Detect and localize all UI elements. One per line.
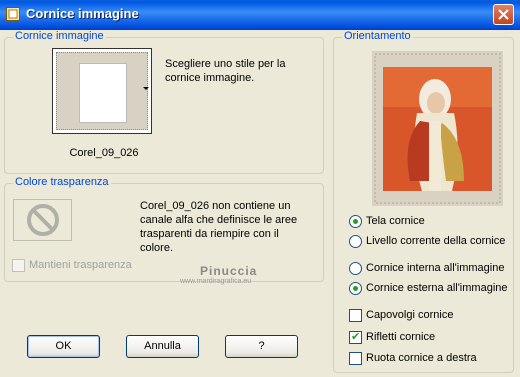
keep-transparency-checkbox[interactable] bbox=[12, 259, 25, 272]
radio-canvas-frame-label: Tela cornice bbox=[366, 215, 425, 227]
close-button[interactable] bbox=[493, 4, 514, 25]
selected-frame-name: Corel_09_026 bbox=[69, 147, 139, 159]
transparency-group-legend: Colore trasparenza bbox=[13, 176, 111, 188]
rotate-frame-right-checkbox[interactable] bbox=[349, 352, 362, 365]
radio-canvas-frame[interactable] bbox=[349, 215, 362, 228]
radio-frame-inside-label: Cornice interna all'immagine bbox=[366, 262, 505, 274]
frame-group-legend: Cornice immagine bbox=[13, 30, 106, 42]
watermark-url: www.mardiragrafica.eu bbox=[180, 278, 252, 285]
radio-current-layer-label: Livello corrente della cornice bbox=[366, 235, 506, 247]
flip-frame-label: Capovolgi cornice bbox=[366, 309, 454, 321]
frame-preview bbox=[56, 52, 148, 130]
orientation-preview-image bbox=[372, 51, 503, 206]
radio-current-layer[interactable] bbox=[349, 235, 362, 248]
disabled-no-icon bbox=[27, 204, 59, 236]
transparency-message: Corel_09_026 non contiene un canale alfa… bbox=[140, 200, 298, 254]
frame-description: Scegliere uno stile per la cornice immag… bbox=[165, 58, 286, 84]
transparency-color-swatch bbox=[13, 199, 72, 241]
radio-frame-outside-label: Cornice esterna all'immagine bbox=[366, 282, 508, 294]
frame-app-icon bbox=[6, 7, 20, 21]
radio-frame-inside[interactable] bbox=[349, 262, 362, 275]
flip-frame-checkbox[interactable] bbox=[349, 309, 362, 322]
frame-style-picker[interactable] bbox=[52, 48, 152, 134]
orientation-group-legend: Orientamento bbox=[342, 30, 413, 42]
frame-preview-center bbox=[79, 63, 127, 123]
keep-transparency-label: Mantieni trasparenza bbox=[29, 259, 132, 271]
mirror-frame-label: Rifletti cornice bbox=[366, 331, 436, 343]
title-bar: Cornice immagine bbox=[0, 0, 520, 30]
help-button[interactable]: ? bbox=[225, 335, 298, 358]
radio-frame-outside[interactable] bbox=[349, 282, 362, 295]
ok-button[interactable]: OK bbox=[27, 335, 100, 358]
rotate-frame-right-label: Ruota cornice a destra bbox=[366, 352, 477, 364]
watermark-name: Pinuccia bbox=[200, 264, 258, 278]
close-icon bbox=[498, 9, 509, 20]
dropdown-arrow-icon bbox=[143, 87, 149, 90]
mirror-frame-checkbox[interactable] bbox=[349, 330, 362, 344]
cancel-button[interactable]: Annulla bbox=[126, 335, 199, 358]
window-title: Cornice immagine bbox=[26, 6, 139, 21]
